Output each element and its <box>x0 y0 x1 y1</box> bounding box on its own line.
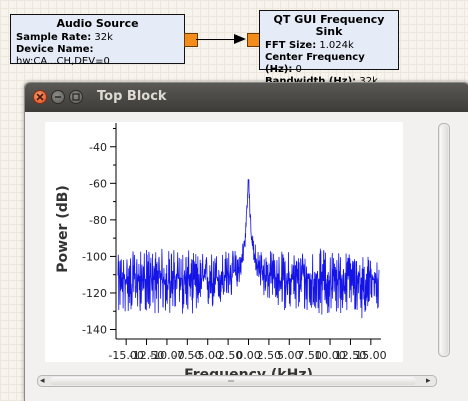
freq-sink-block[interactable]: QT GUI Frequency Sink FFT Size: 1.024k C… <box>259 10 399 87</box>
y-tick-label: -80 <box>89 214 107 227</box>
x-tick-label: 15.00 <box>355 349 387 362</box>
connection-arrow-icon <box>234 34 246 44</box>
scroll-right-arrow-icon[interactable]: ▸ <box>426 376 431 386</box>
y-tick-label: -120 <box>82 287 107 300</box>
top-block-window: Top Block -140 -120 -100 -80 -60 -40 -15.00 -12… <box>24 82 468 401</box>
vertical-scrollbar-thumb[interactable] <box>440 125 448 355</box>
y-tick-label: -100 <box>82 250 107 263</box>
freq-sink-param-center-frequency: Center Frequency (Hz): 0 <box>265 52 365 75</box>
vertical-scrollbar[interactable]: ▲ <box>438 123 450 357</box>
y-tick-label: -40 <box>89 141 107 154</box>
scroll-left-arrow-icon[interactable]: ◂ <box>40 376 45 386</box>
y-tick-label: -60 <box>89 177 107 190</box>
freq-sink-param-fft-size: FFT Size: 1.024k <box>265 40 354 51</box>
series-trace <box>117 179 380 319</box>
grip-icon <box>228 380 234 382</box>
audio-source-param-device-name: Device Name: hw:CA...CH,DEV=0 <box>16 44 110 67</box>
y-tick-label: -140 <box>82 324 107 337</box>
frequency-sink-chart[interactable]: -140-120-100-80-60-40-15.00-12.50-10.00-… <box>25 83 468 401</box>
audio-source-param-sample-rate: Sample Rate: 32k <box>16 32 113 43</box>
audio-source-title: Audio Source <box>56 17 139 30</box>
y-axis-label: Power (dB) <box>55 185 71 273</box>
audio-source-block[interactable]: Audio Source Sample Rate: 32k Device Nam… <box>10 14 185 67</box>
freq-sink-title: QT GUI Frequency Sink <box>273 13 385 38</box>
audio-source-out-port[interactable] <box>184 33 198 47</box>
horizontal-scrollbar[interactable]: ◂ ▸ <box>37 375 437 387</box>
connection-line[interactable] <box>196 39 236 40</box>
